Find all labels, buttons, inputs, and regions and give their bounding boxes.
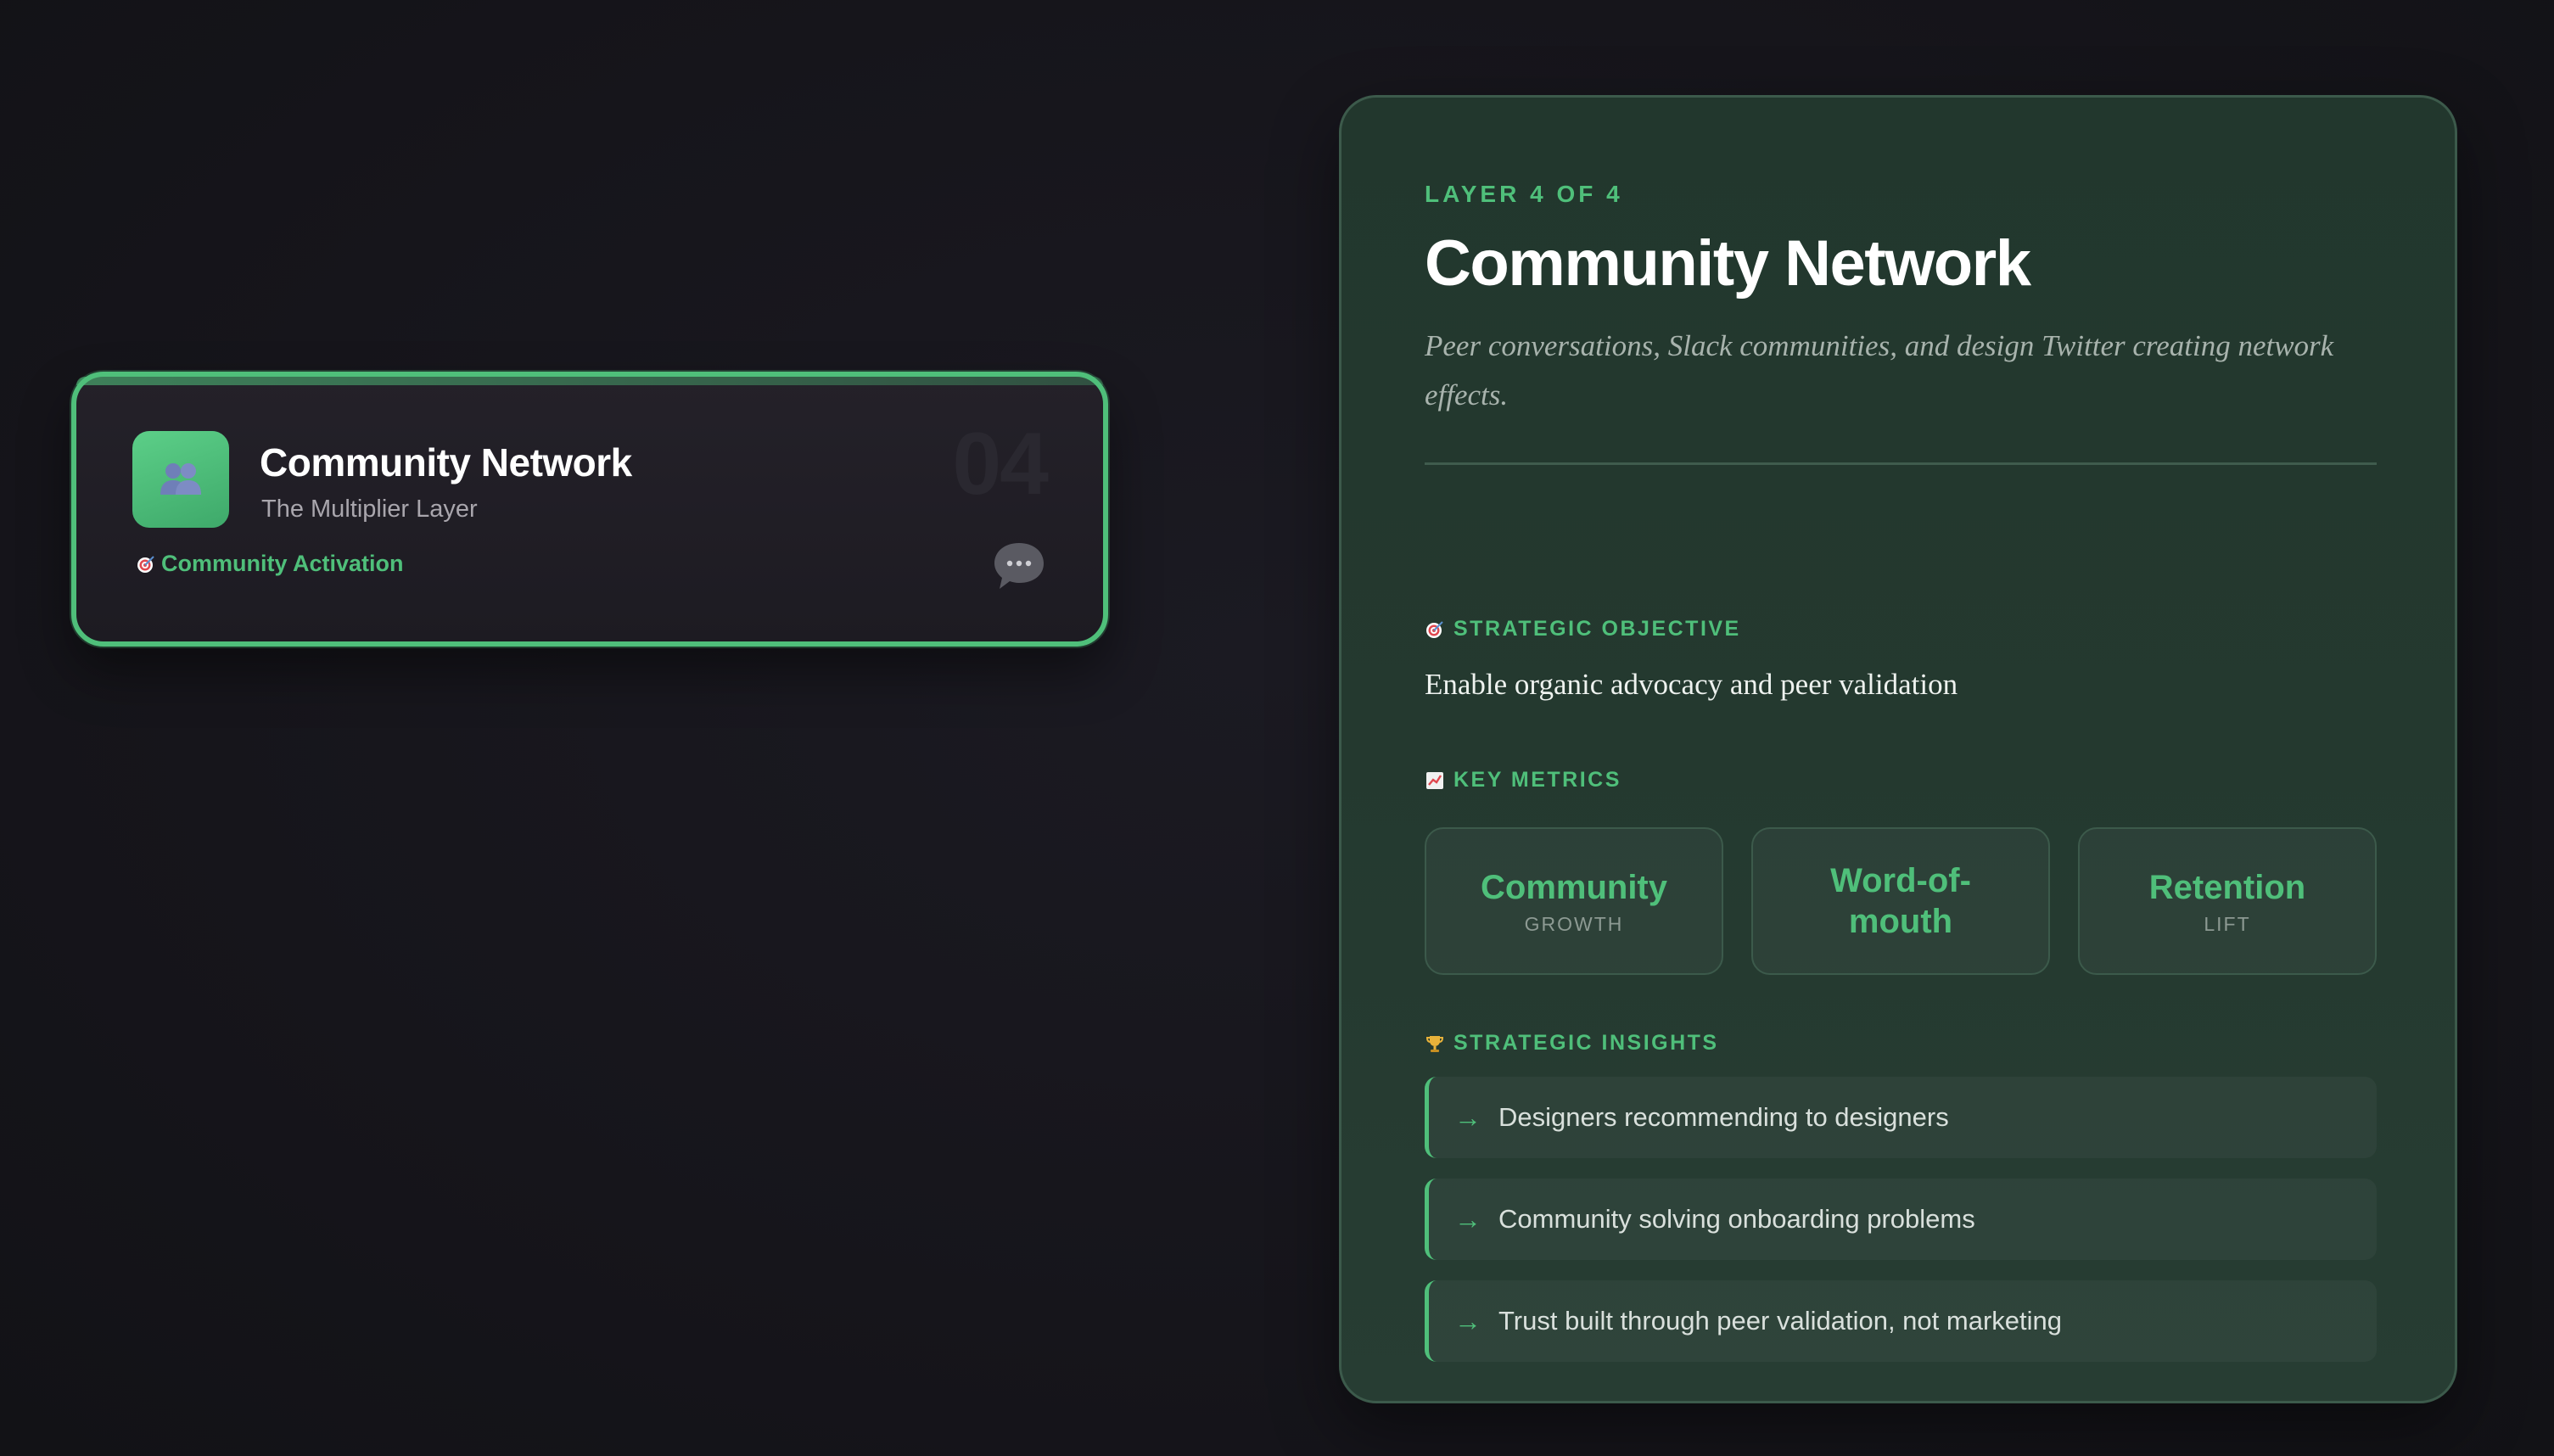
insight-item: → Community solving onboarding problems [1425,1179,2377,1260]
panel-description: Peer conversations, Slack communities, a… [1425,329,2334,412]
metrics-heading: KEY METRICS [1425,768,1621,792]
chat-bubble-icon[interactable] [991,538,1047,594]
arrow-right-icon: → [1454,1305,1481,1336]
layer-card-title: Community Network [260,440,632,484]
layer-card-community-network[interactable]: Community Network The Multiplier Layer 0… [71,372,1108,647]
objective-text: Enable organic advocacy and peer validat… [1425,668,1958,701]
insight-text: Designers recommending to designers [1498,1102,1949,1132]
objective-heading-label: STRATEGIC OBJECTIVE [1453,617,1741,641]
people-icon [132,431,229,528]
metric-card-retention: Retention LIFT [2078,827,2377,975]
trophy-icon [1425,1035,1444,1052]
arrow-right-icon: → [1454,1101,1481,1133]
chart-icon [1426,771,1443,789]
insights-heading-label: STRATEGIC INSIGHTS [1453,1031,1719,1055]
arrow-right-icon: → [1454,1203,1481,1235]
metric-label: GROWTH [1524,912,1624,935]
metric-value: Community [1481,868,1667,906]
metrics-row: Community GROWTH Word-of-mouth Retention… [1425,827,2377,975]
target-icon [137,555,154,573]
insight-text: Community solving onboarding problems [1498,1204,1975,1234]
insight-text: Trust built through peer validation, not… [1498,1306,2062,1336]
metric-label: LIFT [2204,912,2251,935]
panel-title: Community Network [1425,227,2031,300]
metric-card-word-of-mouth: Word-of-mouth [1751,827,2050,975]
metrics-heading-label: KEY METRICS [1453,768,1621,792]
layer-card-tag: Community Activation [136,551,404,577]
layer-detail-panel: LAYER 4 OF 4 Community Network Peer conv… [1339,95,2457,1403]
divider [1425,462,2377,465]
insights-heading: STRATEGIC INSIGHTS [1425,1031,1719,1056]
metric-card-community: Community GROWTH [1425,827,1723,975]
insight-item: → Trust built through peer validation, n… [1425,1280,2377,1362]
metric-value: Retention [2148,868,2306,906]
metric-value: Word-of-mouth [1830,862,1971,940]
insight-item: → Designers recommending to designers [1425,1077,2377,1158]
layer-card-tag-label: Community Activation [161,551,404,576]
objective-heading: STRATEGIC OBJECTIVE [1425,617,1741,641]
card-top-highlight [76,377,1103,385]
layer-progress-label: LAYER 4 OF 4 [1425,181,1623,207]
layer-number: 04 [952,415,1049,513]
target-icon [1426,620,1443,638]
layer-card-subtitle: The Multiplier Layer [261,496,478,523]
